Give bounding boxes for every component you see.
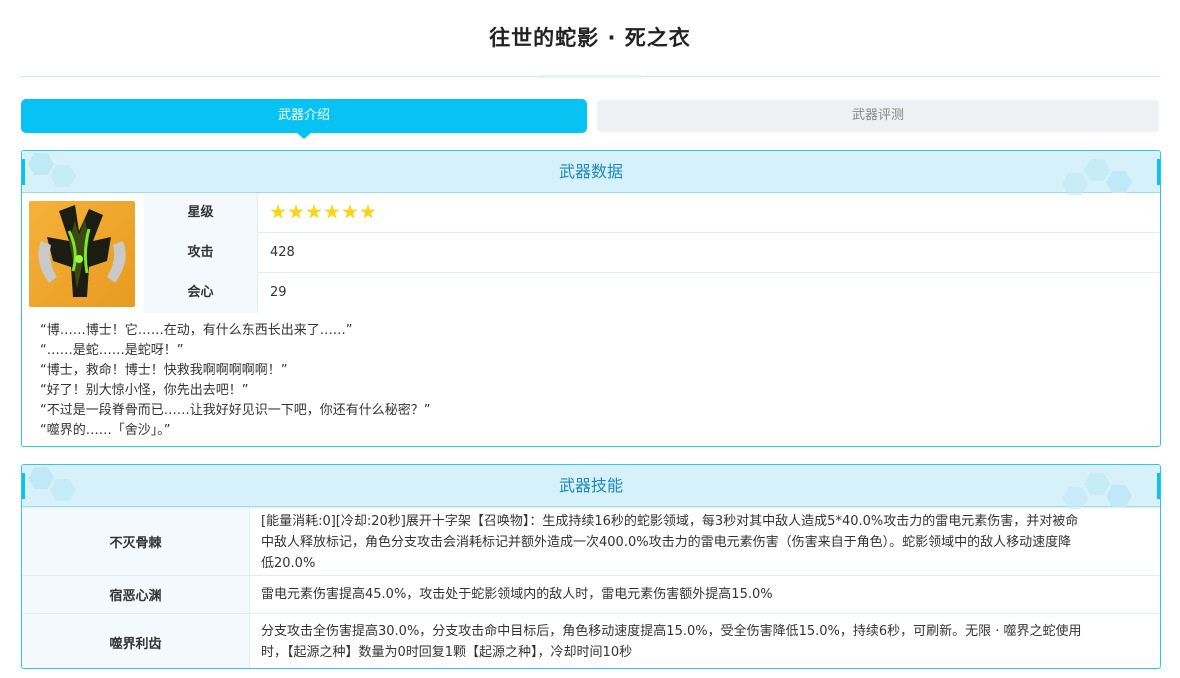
skill-row: 宿恶心渊 雷电元素伤害提高45.0%，攻击处于蛇影领域内的敌人时，雷电元素伤害额… [22, 575, 1160, 613]
stat-value-attack: 428 [270, 245, 295, 260]
hex-decoration-icon [1062, 173, 1088, 195]
hex-decoration-icon [1106, 485, 1132, 507]
weapon-data-title: 武器数据 [558, 162, 623, 181]
skill-description-line: [能量消耗:0][冷却:20秒]展开十字架【召唤物】：生成持续16秒的蛇影领域，… [261, 514, 1079, 529]
skill-description-line: 低20.0% [261, 556, 316, 571]
tab-weapon-review[interactable]: 武器评测 [596, 99, 1160, 133]
skill-row: 噬界利齿 分支攻击全伤害提高30.0%，分支攻击命中目标后，角色移动速度提高15… [22, 613, 1160, 668]
weapon-data-panel: 武器数据 星级 攻击 428 会心 29 “博……博士！它……在动，有什么东西长… [21, 150, 1161, 447]
stat-label-crit: 会心 [144, 273, 258, 313]
hex-decoration-icon [1062, 487, 1088, 509]
weapon-skills-panel: 武器技能 不灭骨棘 [能量消耗:0][冷却:20秒]展开十字架【召唤物】：生成持… [21, 464, 1161, 669]
quote-line: “博士，救命！博士！快救我啊啊啊啊啊！” [40, 363, 288, 378]
star-icon [306, 204, 322, 219]
header-edge-left [22, 159, 25, 185]
skill-name: 宿恶心渊 [22, 576, 250, 613]
page-title: 往世的蛇影 · 死之衣 [489, 26, 691, 50]
stat-label-rarity: 星级 [144, 193, 258, 233]
hex-decoration-icon [28, 467, 54, 489]
rarity-stars [270, 204, 378, 222]
skill-name: 噬界利齿 [22, 614, 250, 668]
hex-decoration-icon [1106, 171, 1132, 193]
star-icon [270, 204, 286, 219]
skill-name: 不灭骨棘 [22, 508, 250, 575]
weapon-data-header: 武器数据 [22, 151, 1160, 195]
stat-row-attack: 攻击 428 [144, 233, 1160, 273]
weapon-skills-header: 武器技能 [22, 465, 1160, 509]
skill-description-line: 分支攻击全伤害提高30.0%，分支攻击命中目标后，角色移动速度提高15.0%，受… [261, 624, 1082, 639]
star-icon [360, 204, 376, 219]
skill-description-line: 中敌人释放标记，角色分支攻击会消耗标记并额外造成一次400.0%攻击力的雷电元素… [261, 535, 1072, 550]
skill-description-line: 时，【起源之种】数量为0时回复1颗【起源之种】，冷却时间10秒 [261, 645, 633, 660]
header-edge-right [1157, 473, 1160, 499]
header-edge-left [22, 473, 25, 499]
title-divider-mark [538, 75, 642, 78]
quote-line: “博……博士！它……在动，有什么东西长出来了……” [40, 323, 353, 338]
skill-row: 不灭骨棘 [能量消耗:0][冷却:20秒]展开十字架【召唤物】：生成持续16秒的… [22, 507, 1160, 575]
quote-line: “好了！别大惊小怪，你先出去吧！” [40, 383, 249, 398]
hex-decoration-icon [50, 479, 76, 501]
active-tab-caret-icon [297, 133, 311, 139]
star-icon [342, 204, 358, 219]
weapon-stats-table: 星级 攻击 428 会心 29 [144, 193, 1160, 313]
tab-bar: 武器介绍 武器评测 [21, 99, 1160, 139]
hex-decoration-icon [28, 153, 54, 175]
stat-row-crit: 会心 29 [144, 273, 1160, 313]
skill-description: [能量消耗:0][冷却:20秒]展开十字架【召唤物】：生成持续16秒的蛇影领域，… [261, 511, 1146, 574]
quote-line: “……是蛇……是蛇呀！” [40, 343, 184, 358]
hex-decoration-icon [1084, 473, 1110, 495]
stat-value-crit: 29 [270, 285, 287, 300]
tab-weapon-intro-label: 武器介绍 [277, 108, 330, 123]
tab-weapon-intro[interactable]: 武器介绍 [21, 99, 587, 139]
tab-weapon-review-label: 武器评测 [851, 108, 904, 123]
quote-line: “不过是一段脊骨而已……让我好好见识一下吧，你还有什么秘密？” [40, 403, 431, 418]
header-edge-right [1157, 159, 1160, 185]
skill-description-line: 雷电元素伤害提高45.0%，攻击处于蛇影领域内的敌人时，雷电元素伤害额外提高15… [261, 587, 773, 602]
hex-decoration-icon [1084, 159, 1110, 181]
weapon-image [29, 201, 135, 307]
quote-line: “噬界的……「舍沙」。” [40, 423, 171, 438]
stat-label-attack: 攻击 [144, 233, 258, 273]
stat-row-rarity: 星级 [144, 193, 1160, 233]
skill-description: 雷电元素伤害提高45.0%，攻击处于蛇影领域内的敌人时，雷电元素伤害额外提高15… [261, 584, 1146, 605]
hex-decoration-icon [50, 165, 76, 187]
weapon-skills-title: 武器技能 [558, 476, 623, 495]
star-icon [324, 204, 340, 219]
weapon-description: “博……博士！它……在动，有什么东西长出来了……” “……是蛇……是蛇呀！” “… [40, 321, 430, 441]
skill-description: 分支攻击全伤害提高30.0%，分支攻击命中目标后，角色移动速度提高15.0%，受… [261, 621, 1146, 663]
star-icon [288, 204, 304, 219]
